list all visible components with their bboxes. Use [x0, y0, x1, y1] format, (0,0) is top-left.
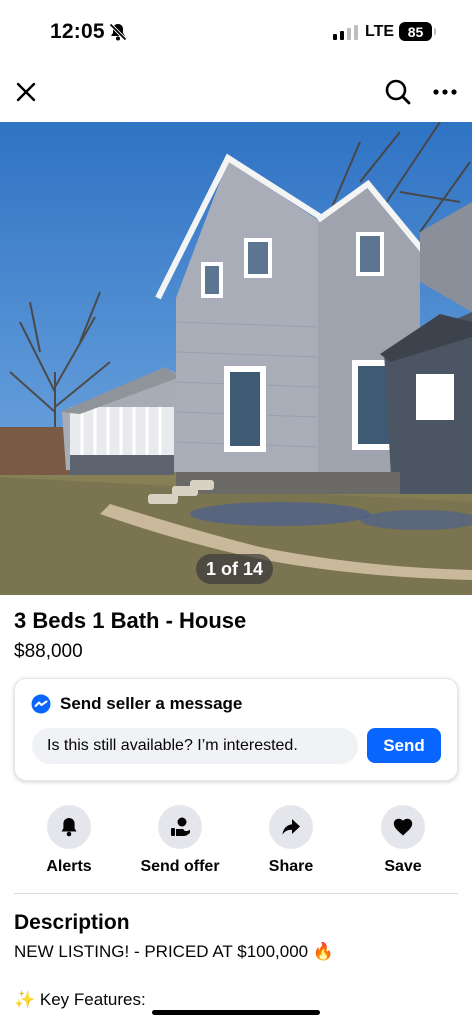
search-button[interactable] — [382, 76, 414, 108]
top-nav — [0, 62, 472, 122]
signal-icon — [333, 25, 358, 40]
save-label: Save — [384, 858, 422, 875]
photo-counter: 1 of 14 — [196, 554, 274, 584]
status-bar: 12:05 LTE 85 — [0, 0, 472, 62]
network-type: LTE — [365, 23, 395, 40]
listing-title: 3 Beds 1 Bath - House — [14, 608, 247, 633]
save-circle — [381, 805, 425, 849]
description-text: NEW LISTING! - PRICED AT $100,000 🔥 — [14, 942, 335, 961]
offer-icon — [171, 817, 190, 836]
home-indicator[interactable] — [152, 1010, 320, 1015]
divider — [14, 893, 458, 894]
heart-icon — [393, 818, 413, 836]
alerts-button[interactable]: Alerts — [14, 805, 124, 876]
send-offer-label: Send offer — [140, 858, 220, 875]
battery-indicator: 85 — [399, 22, 436, 41]
send-offer-button[interactable]: Send offer — [125, 805, 235, 876]
message-seller-card: Send seller a message Is this still avai… — [14, 678, 458, 781]
close-icon — [16, 82, 36, 102]
status-time: 12:05 — [50, 20, 105, 43]
alerts-circle — [47, 805, 91, 849]
description-heading: Description — [14, 911, 130, 934]
search-icon — [385, 79, 411, 105]
key-features-text: ✨ Key Features: — [14, 990, 146, 1009]
listing-photo[interactable]: 1 of 14 — [0, 122, 472, 595]
save-button[interactable]: Save — [348, 805, 458, 876]
close-button[interactable] — [10, 76, 42, 108]
message-input[interactable]: Is this still available? I’m interested. — [32, 728, 358, 764]
share-circle — [269, 805, 313, 849]
alerts-label: Alerts — [46, 858, 92, 875]
send-offer-circle — [158, 805, 202, 849]
messenger-icon — [31, 694, 51, 714]
bell-slash-icon — [108, 22, 128, 42]
share-icon — [282, 819, 300, 835]
share-button[interactable]: Share — [236, 805, 346, 876]
listing-price: $88,000 — [14, 641, 83, 662]
send-button[interactable]: Send — [367, 728, 441, 763]
action-bar: Alerts Send offer Share Save — [0, 805, 472, 880]
message-header-label: Send seller a message — [60, 694, 243, 713]
share-label: Share — [268, 858, 314, 875]
message-header: Send seller a message — [31, 694, 242, 714]
more-icon — [433, 89, 457, 95]
bell-icon — [61, 818, 77, 837]
more-button[interactable] — [429, 76, 461, 108]
